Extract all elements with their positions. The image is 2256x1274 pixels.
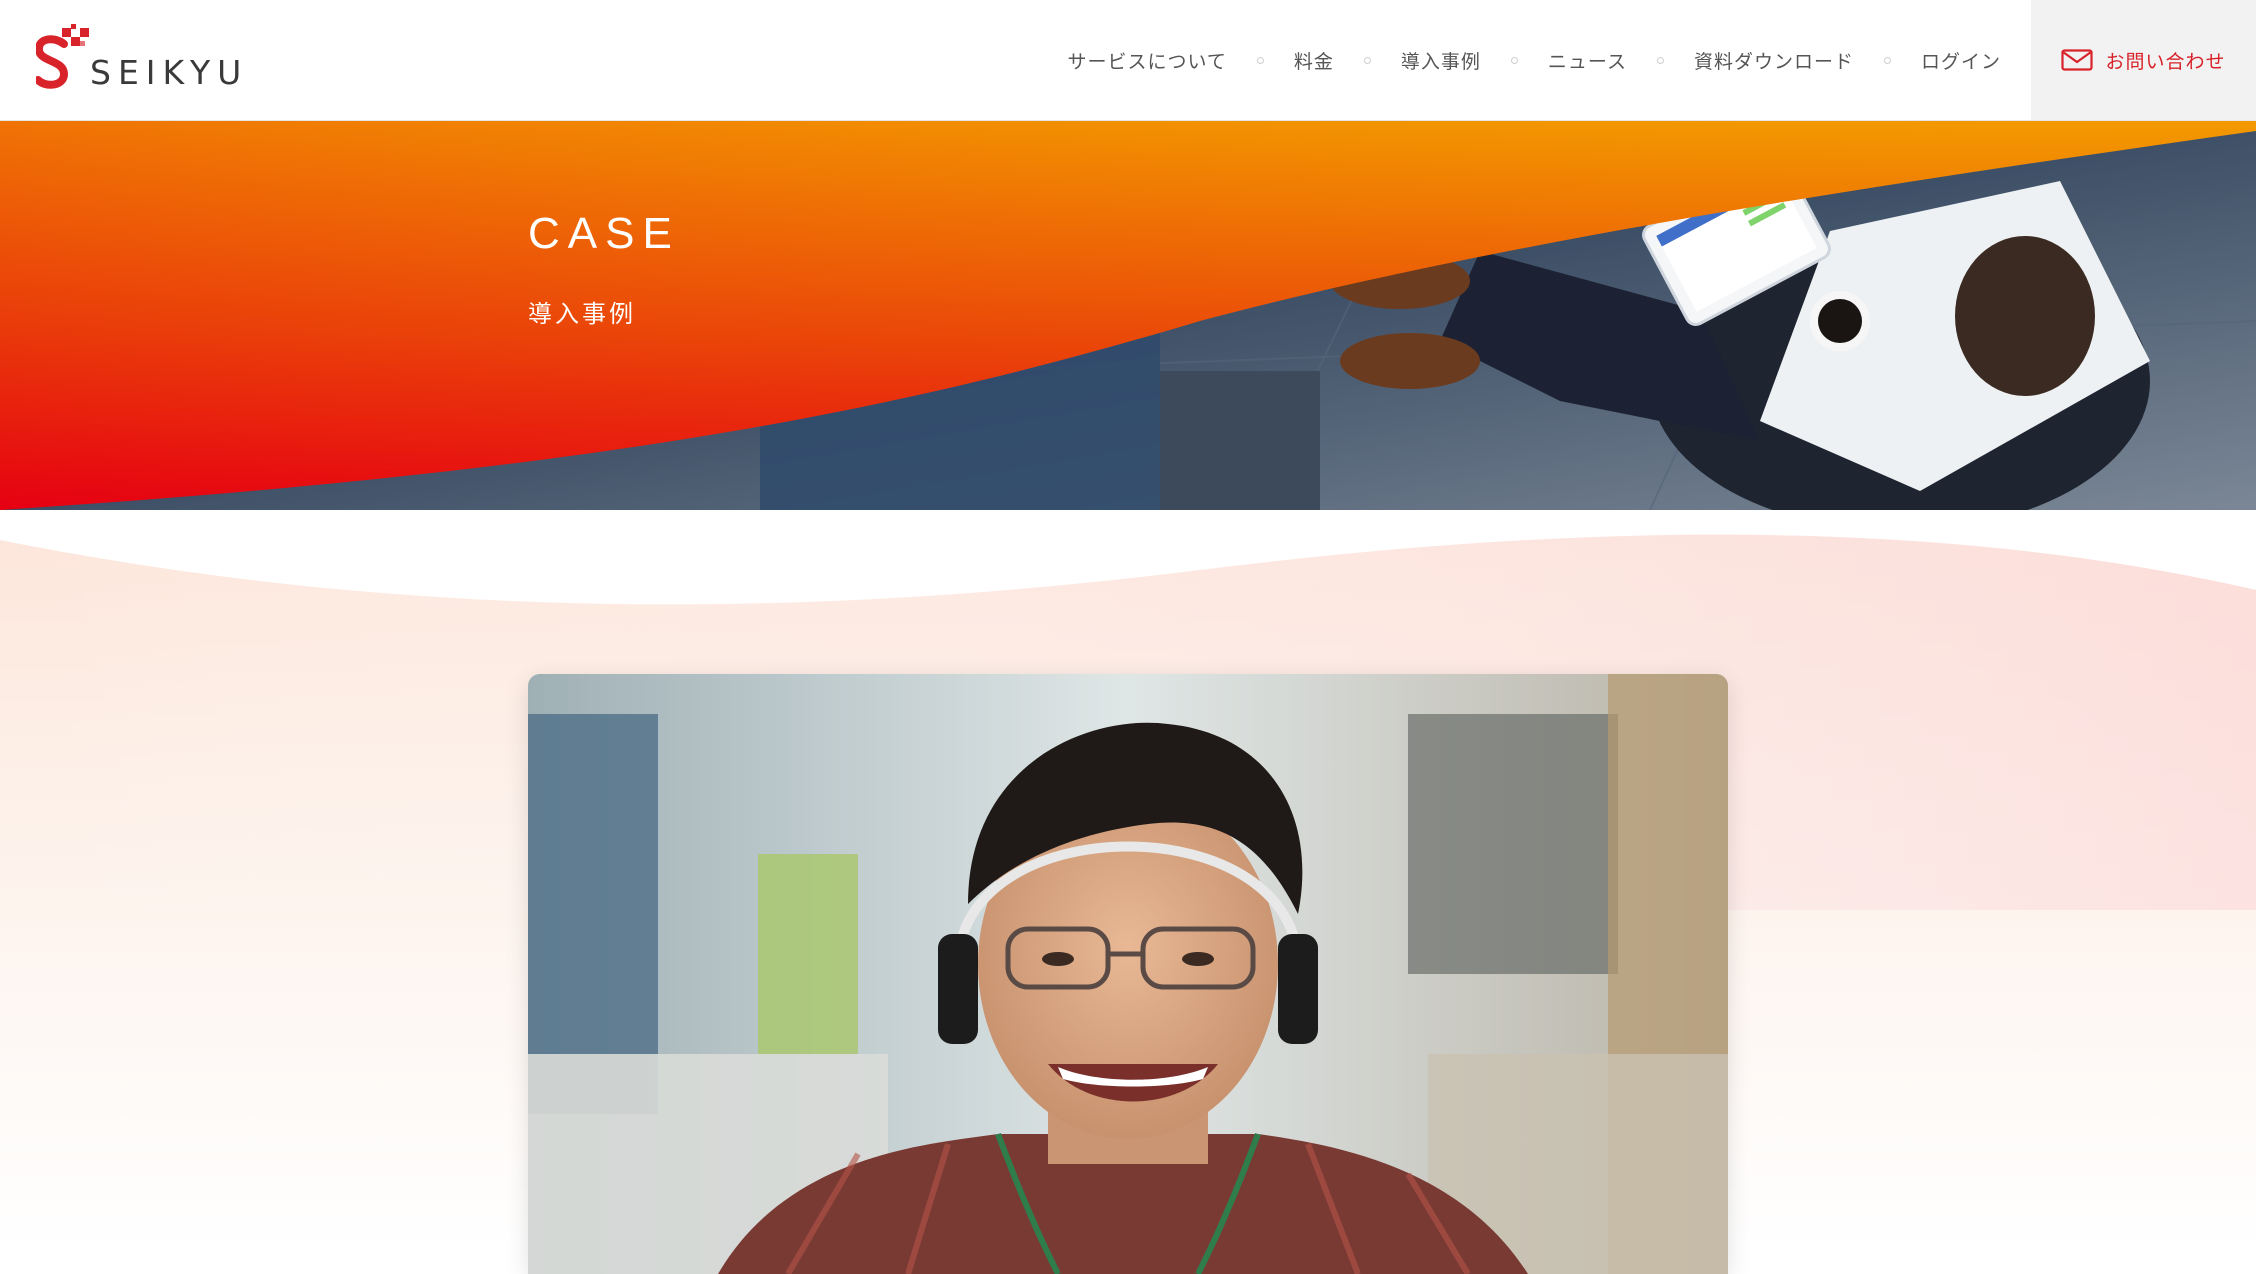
hero-banner: CASE 導入事例 [0, 121, 2256, 510]
site-header: SEIKYU サービスについて 料金 導入事例 ニュース 資料ダウンロード ログ… [0, 0, 2256, 121]
case-photo[interactable] [528, 674, 1728, 1274]
contact-label: お問い合わせ [2105, 50, 2226, 73]
contact-button[interactable]: お問い合わせ [2031, 0, 2256, 120]
site-logo[interactable]: SEIKYU [36, 24, 248, 94]
logo-mark-icon [36, 24, 89, 94]
page-title: CASE [528, 209, 680, 258]
main-nav: サービスについて 料金 導入事例 ニュース 資料ダウンロード ログイン [1067, 0, 2001, 120]
nav-item-download[interactable]: 資料ダウンロード [1694, 47, 1854, 74]
logo-text: SEIKYU [90, 53, 249, 92]
nav-separator [1883, 56, 1891, 64]
nav-item-case[interactable]: 導入事例 [1401, 47, 1481, 74]
nav-item-service[interactable]: サービスについて [1067, 47, 1226, 74]
page-subtitle: 導入事例 [528, 300, 636, 328]
nav-separator [1510, 56, 1518, 64]
nav-item-news[interactable]: ニュース [1548, 47, 1627, 74]
nav-item-login[interactable]: ログイン [1921, 47, 2001, 74]
interviewee-photo [528, 674, 1728, 1274]
nav-item-pricing[interactable]: 料金 [1294, 47, 1334, 74]
nav-separator [1363, 56, 1371, 64]
hero-background [0, 121, 2256, 510]
nav-separator [1256, 56, 1264, 64]
mail-icon [2061, 49, 2094, 71]
nav-separator [1656, 56, 1664, 64]
